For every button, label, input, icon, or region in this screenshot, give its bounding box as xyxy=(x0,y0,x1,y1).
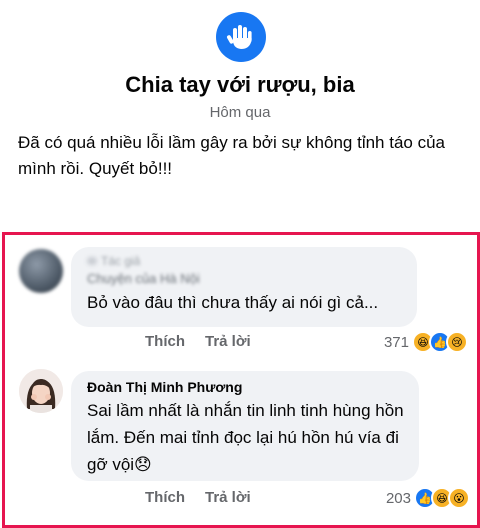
pencil-icon xyxy=(87,257,97,265)
comment-author[interactable]: Đoàn Thị Minh Phương xyxy=(87,379,242,395)
reaction-icons[interactable]: 😆 👍 😢 xyxy=(412,331,468,353)
waving-hand-icon xyxy=(216,12,266,62)
wow-reaction-icon: 😮 xyxy=(448,487,470,509)
comment-bubble: Tác giả Chuyện của Hà Nội Bỏ vào đâu thì… xyxy=(71,247,417,327)
post-timestamp[interactable]: Hôm qua xyxy=(0,104,480,121)
comment-bubble: Đoàn Thị Minh Phương Sai lầm nhất là nhắ… xyxy=(71,371,419,481)
like-button[interactable]: Thích xyxy=(145,333,185,350)
post-title: Chia tay với rượu, bia xyxy=(125,72,355,97)
reaction-count[interactable]: 203 xyxy=(377,490,411,507)
post-body-text: Đã có quá nhiều lỗi lầm gây ra bởi sự kh… xyxy=(18,133,446,178)
comment-author[interactable]: Chuyện của Hà Nội xyxy=(87,271,200,286)
reaction-count[interactable]: 371 xyxy=(375,334,409,351)
avatar[interactable] xyxy=(19,249,63,293)
avatar[interactable] xyxy=(19,369,63,413)
reply-button[interactable]: Trả lời xyxy=(205,489,251,506)
comment-meta: Tác giả xyxy=(101,254,141,268)
comments-highlight-frame: Tác giả Chuyện của Hà Nội Bỏ vào đâu thì… xyxy=(2,232,480,528)
post-card: Chia tay với rượu, bia Hôm qua Đã có quá… xyxy=(0,0,480,230)
comment-text: Bỏ vào đâu thì chưa thấy ai nói gì cả... xyxy=(87,293,379,312)
sad-reaction-icon: 😢 xyxy=(446,331,468,353)
reaction-icons[interactable]: 👍 😆 😮 xyxy=(414,487,470,509)
reply-button[interactable]: Trả lời xyxy=(205,333,251,350)
comment-text: Sai lầm nhất là nhắn tin linh tinh hùng … xyxy=(87,401,404,474)
like-button[interactable]: Thích xyxy=(145,489,185,506)
